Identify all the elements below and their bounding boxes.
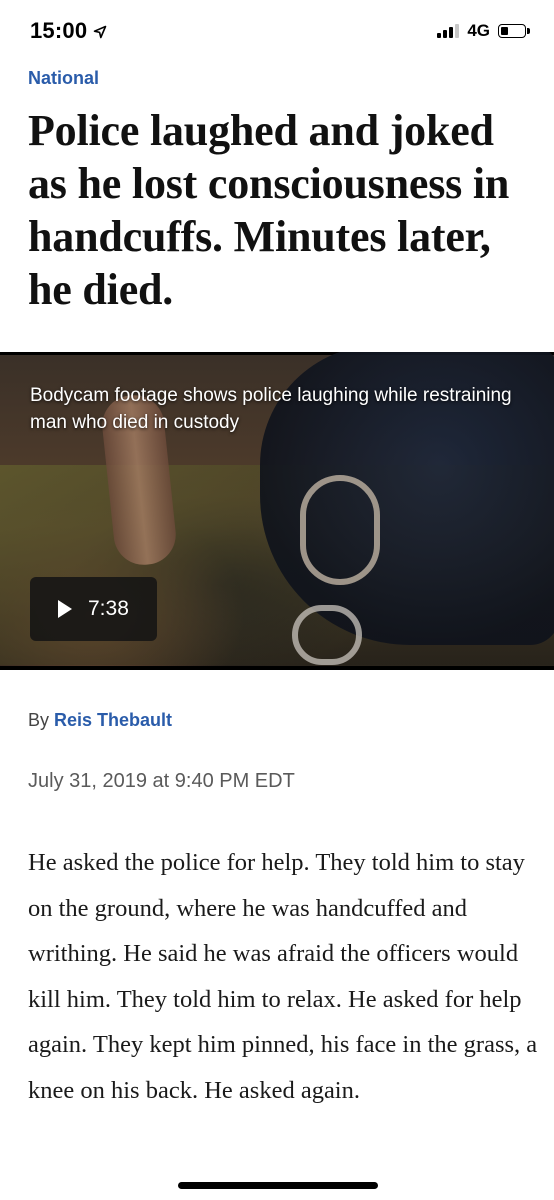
video-player[interactable]: Bodycam footage shows police laughing wh… (0, 352, 554, 670)
play-icon (58, 600, 72, 618)
byline-prefix: By (28, 710, 50, 730)
network-type: 4G (467, 21, 490, 40)
article-body: He asked the police for help. They told … (28, 849, 538, 1104)
location-arrow-icon (93, 25, 107, 39)
status-bar: 15:00 4G (0, 0, 554, 62)
publish-date: July 31, 2019 at 9:40 PM EDT (28, 770, 295, 792)
handcuff-image (300, 475, 380, 585)
clock: 15:00 (30, 18, 88, 43)
home-indicator[interactable] (178, 1182, 378, 1189)
video-duration: 7:38 (88, 597, 129, 620)
battery-icon (498, 24, 530, 38)
author-link[interactable]: Reis Thebault (54, 710, 172, 730)
byline: By Reis Thebault (28, 710, 172, 731)
section-link[interactable]: National (28, 68, 99, 89)
article-headline: Police laughed and joked as he lost cons… (28, 106, 510, 314)
video-caption: Bodycam footage shows police laughing wh… (30, 385, 512, 433)
status-left: 15:00 (30, 18, 107, 44)
status-right: 4G (437, 21, 530, 41)
play-video-button[interactable]: 7:38 (30, 577, 157, 641)
cellular-signal-icon (437, 24, 460, 38)
article-page: 15:00 4G National Police laughed and jok… (0, 0, 554, 1200)
